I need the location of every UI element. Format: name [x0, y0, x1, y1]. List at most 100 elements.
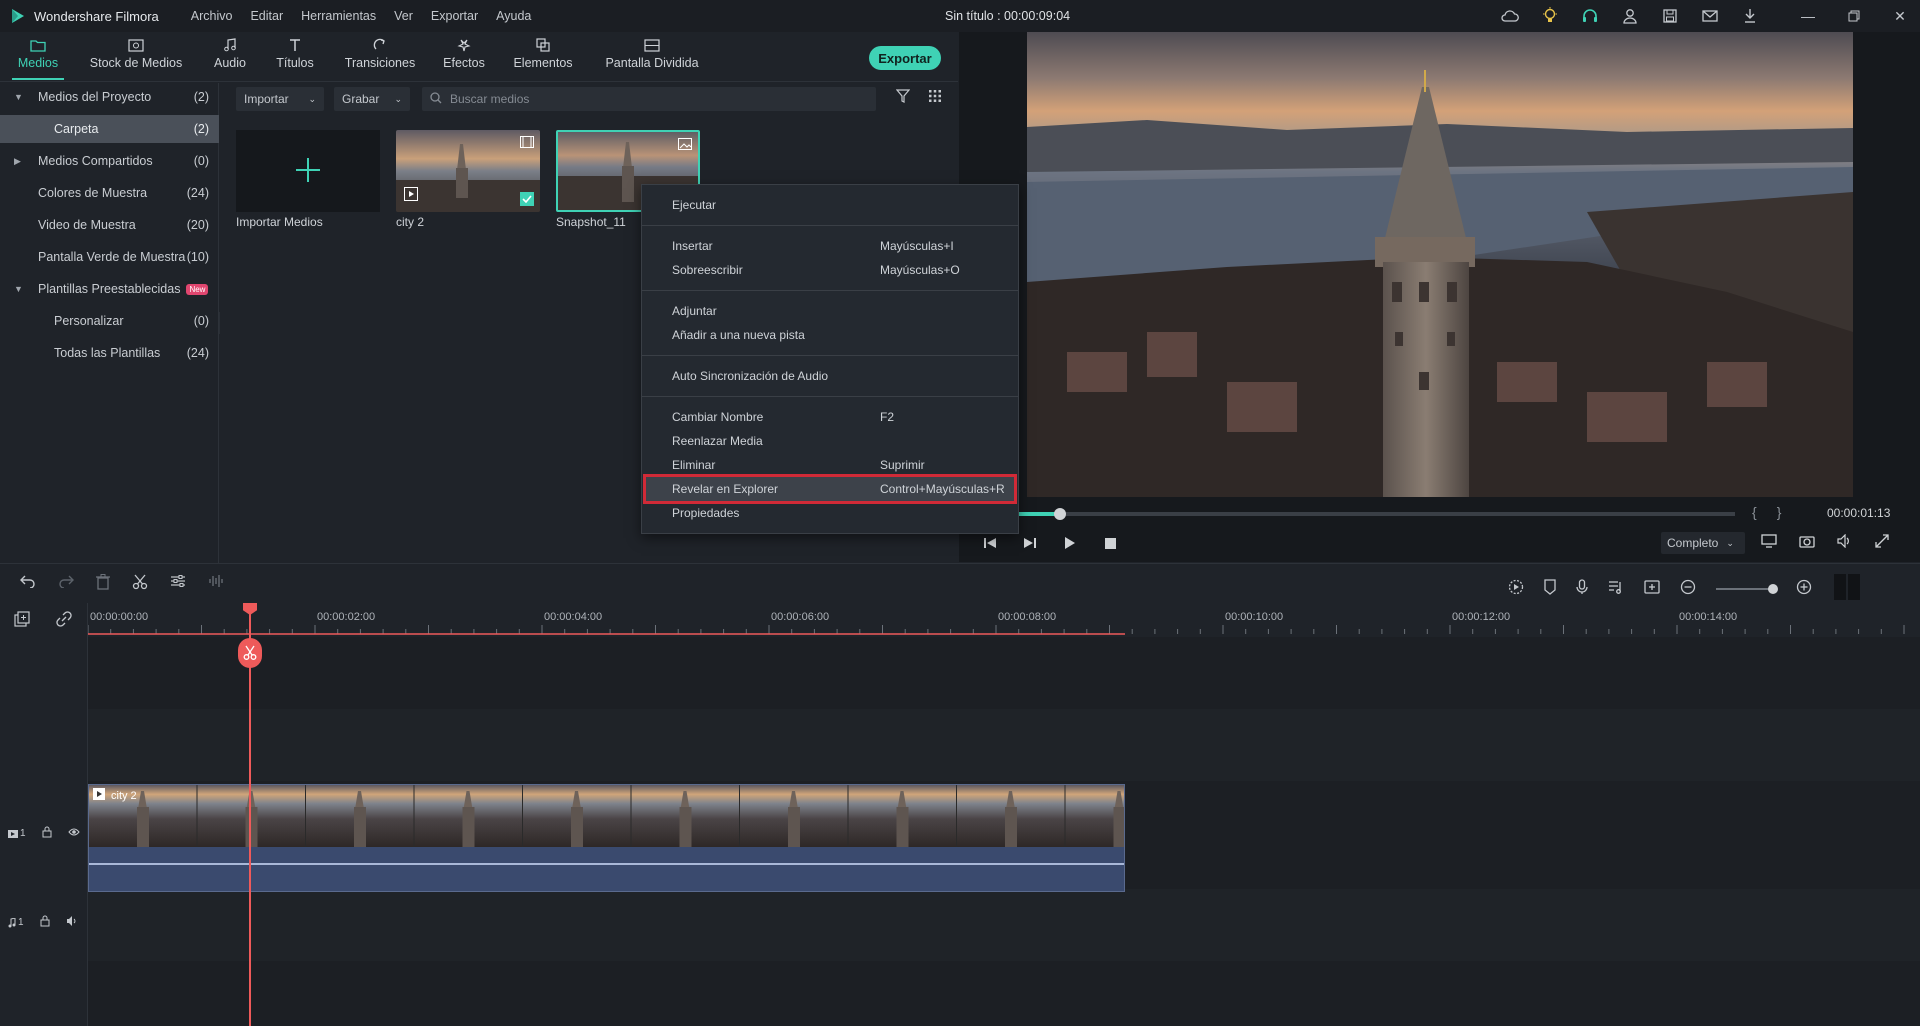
step-back-icon[interactable]: [981, 534, 999, 552]
cloud-icon[interactable]: [1500, 6, 1520, 26]
timeline-tools: [1508, 574, 1862, 603]
add-track-icon[interactable]: [14, 611, 30, 630]
lock-icon[interactable]: [40, 915, 50, 930]
menu-item-cambiar-nombre[interactable]: Cambiar Nombre F2: [642, 406, 1018, 428]
tab-titulos[interactable]: Títulos: [274, 36, 316, 80]
export-button[interactable]: Exportar: [869, 46, 941, 70]
quality-dropdown[interactable]: Completo ⌄: [1661, 532, 1745, 554]
headset-icon[interactable]: [1580, 6, 1600, 26]
eye-icon[interactable]: [67, 827, 80, 840]
import-media-tile[interactable]: [236, 130, 380, 212]
import-dropdown-label: Importar: [244, 92, 289, 106]
menu-item-propiedades[interactable]: Propiedades: [642, 502, 1018, 524]
layout-toggle-icon[interactable]: [1832, 574, 1862, 603]
redo-icon[interactable]: [58, 574, 74, 593]
tab-efectos[interactable]: Efectos: [440, 36, 488, 80]
sidebar-item-plantillas-preestablecidas[interactable]: ▼ Plantillas Preestablecidas New: [0, 275, 219, 303]
mark-in-button[interactable]: {: [1752, 504, 1757, 520]
monitor-icon[interactable]: [1761, 534, 1777, 551]
add-to-timeline-icon[interactable]: [404, 187, 418, 204]
tab-stock-de-medios[interactable]: Stock de Medios: [88, 36, 184, 80]
quality-label: Completo: [1667, 536, 1719, 550]
close-icon[interactable]: ✕: [1892, 6, 1908, 26]
menu-item-reenlazar-media[interactable]: Reenlazar Media: [642, 430, 1018, 452]
sidebar-item-personalizar[interactable]: Personalizar (0): [0, 307, 219, 335]
sidebar-item-pantalla-verde-de-muestra[interactable]: Pantalla Verde de Muestra (10): [0, 243, 219, 271]
download-icon[interactable]: [1740, 6, 1760, 26]
menu-ver[interactable]: Ver: [394, 9, 413, 23]
snapshot-frame-icon[interactable]: [1644, 580, 1660, 597]
menu-exportar[interactable]: Exportar: [431, 9, 478, 23]
document-title: Sin título : 00:00:09:04: [945, 9, 1071, 23]
split-scissors-icon[interactable]: [238, 638, 262, 668]
sidebar-item-todas-las-plantillas[interactable]: Todas las Plantillas (24): [0, 339, 219, 367]
voiceover-icon[interactable]: [1608, 579, 1624, 598]
sidebar-item-label: Personalizar: [54, 314, 124, 328]
tab-transiciones[interactable]: Transiciones: [344, 36, 416, 80]
camera-icon[interactable]: [1799, 534, 1815, 551]
stop-icon[interactable]: [1101, 534, 1119, 552]
grid-view-icon[interactable]: [928, 89, 942, 106]
scrubber-handle[interactable]: [1053, 508, 1066, 520]
menu-item-adjuntar[interactable]: Adjuntar: [642, 300, 1018, 322]
menu-item-auto-sincronizacion[interactable]: Auto Sincronización de Audio: [642, 365, 1018, 387]
menu-ayuda[interactable]: Ayuda: [496, 9, 531, 23]
menu-item-label: Auto Sincronización de Audio: [672, 369, 829, 383]
adjust-icon[interactable]: [170, 574, 186, 593]
menu-item-shortcut: Mayúsculas+O: [880, 263, 960, 277]
tab-pantalla-dividida[interactable]: Pantalla Dividida: [605, 36, 699, 80]
video-clip-city-2[interactable]: city 2: [88, 784, 1125, 892]
render-icon[interactable]: [1508, 579, 1524, 598]
zoom-out-icon[interactable]: [1680, 579, 1696, 598]
volume-icon[interactable]: [1837, 533, 1853, 551]
tab-medios[interactable]: Medios: [12, 36, 64, 80]
microphone-icon[interactable]: [1576, 579, 1588, 598]
play-icon[interactable]: [1061, 534, 1079, 552]
timeline-ruler[interactable]: 00:00:00:00 00:00:02:00 00:00:04:00 00:0…: [88, 603, 1920, 637]
audio-waveform-icon[interactable]: [208, 574, 226, 593]
undo-icon[interactable]: [20, 574, 36, 593]
zoom-slider-handle[interactable]: [1768, 583, 1778, 594]
save-icon[interactable]: [1660, 6, 1680, 26]
lightbulb-icon[interactable]: [1540, 6, 1560, 26]
preview-scrubber[interactable]: [959, 508, 1735, 520]
tab-audio[interactable]: Audio: [208, 36, 252, 80]
marker-icon[interactable]: [1544, 579, 1556, 598]
zoom-in-icon[interactable]: [1796, 579, 1812, 598]
menu-herramientas[interactable]: Herramientas: [301, 9, 376, 23]
sidebar-item-medios-del-proyecto[interactable]: ▼ Medios del Proyecto (2): [0, 83, 219, 111]
tab-elementos[interactable]: Elementos: [512, 36, 574, 80]
sidebar-item-carpeta[interactable]: Carpeta (2): [0, 115, 219, 143]
zoom-slider[interactable]: [1716, 583, 1778, 594]
minimize-icon[interactable]: —: [1800, 6, 1816, 26]
restore-icon[interactable]: [1846, 6, 1862, 26]
sidebar-item-video-de-muestra[interactable]: Video de Muestra (20): [0, 211, 219, 239]
record-dropdown[interactable]: Grabar ⌄: [334, 87, 410, 111]
mark-out-button[interactable]: }: [1777, 504, 1782, 520]
menu-editar[interactable]: Editar: [250, 9, 283, 23]
menu-item-anadir-nueva-pista[interactable]: Añadir a una nueva pista: [642, 324, 1018, 346]
account-icon[interactable]: [1620, 6, 1640, 26]
lock-icon[interactable]: [42, 826, 52, 841]
video-type-icon: [520, 136, 534, 151]
menu-item-revelar-en-explorer[interactable]: Revelar en Explorer Control+Mayúsculas+R: [643, 474, 1017, 504]
menu-archivo[interactable]: Archivo: [191, 9, 233, 23]
scissors-icon[interactable]: [132, 574, 148, 593]
play-frame-icon[interactable]: [1021, 534, 1039, 552]
menu-item-eliminar[interactable]: Eliminar Suprimir: [642, 454, 1018, 476]
menu-item-insertar[interactable]: Insertar Mayúsculas+I: [642, 235, 1018, 257]
delete-icon[interactable]: [96, 574, 110, 593]
fullscreen-icon[interactable]: [1875, 534, 1889, 551]
media-thumbnail-city-2[interactable]: [396, 130, 540, 212]
mail-icon[interactable]: [1700, 6, 1720, 26]
filter-icon[interactable]: [895, 89, 911, 106]
sidebar-item-medios-compartidos[interactable]: ▶ Medios Compartidos (0): [0, 147, 219, 175]
sidebar-item-colores-de-muestra[interactable]: Colores de Muestra (24): [0, 179, 219, 207]
menu-item-ejecutar[interactable]: Ejecutar: [642, 194, 1018, 216]
menu-item-sobreescribir[interactable]: Sobreescribir Mayúsculas+O: [642, 259, 1018, 281]
search-input[interactable]: [450, 92, 850, 106]
speaker-icon[interactable]: [66, 916, 78, 929]
import-dropdown[interactable]: Importar ⌄: [236, 87, 324, 111]
menu-item-label: Insertar: [672, 239, 713, 253]
link-icon[interactable]: [56, 611, 72, 630]
